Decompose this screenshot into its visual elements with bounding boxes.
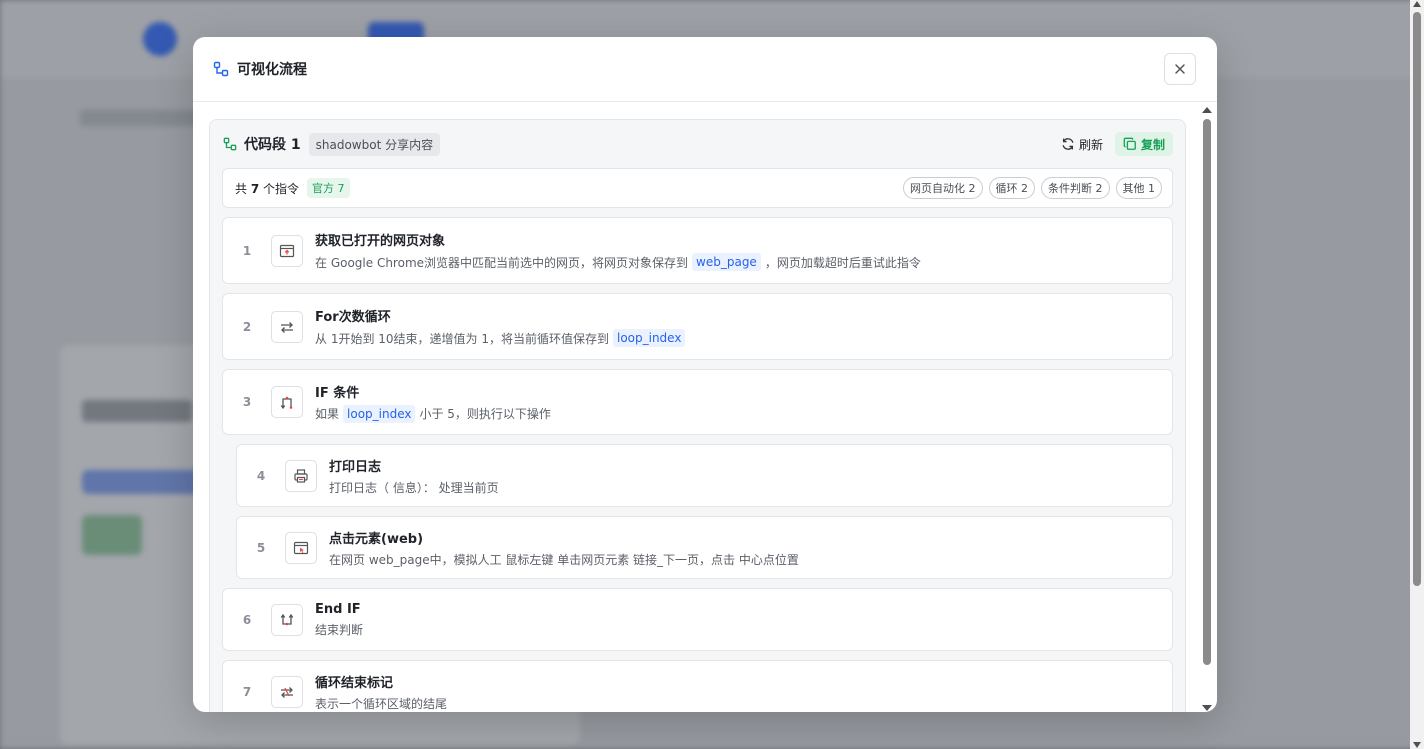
step-title: 获取已打开的网页对象 [315, 234, 446, 249]
step-description: 结束判断 [315, 622, 364, 637]
step-row[interactable]: 7 循环结束标记 表示一个循环区域的结尾 [222, 660, 1173, 712]
scroll-down-arrow-icon[interactable] [1202, 705, 1212, 711]
step-number: 7 [242, 684, 252, 699]
category-chip[interactable]: 其他 1 [1115, 177, 1162, 199]
copy-button[interactable]: 复制 [1114, 132, 1173, 156]
close-icon [1175, 64, 1185, 74]
segment-flow-icon [223, 137, 237, 151]
variable-chip[interactable]: loop_index [343, 404, 416, 423]
category-chip[interactable]: 条件判断 2 [1041, 177, 1110, 199]
loop-icon [271, 310, 303, 343]
step-title: For次数循环 [315, 310, 391, 325]
click-element-icon [285, 531, 317, 564]
webpage-icon [271, 234, 303, 267]
scrollbar-thumb[interactable] [1413, 12, 1421, 586]
segment-header: 代码段 1 shadowbot 分享内容 刷新 复制 [210, 120, 1185, 168]
command-stats: 共 7 个指令 官方 7 网页自动化 2 循环 2 条件判断 2 其他 1 [222, 168, 1173, 208]
modal-body: 代码段 1 shadowbot 分享内容 刷新 复制 共 7 个指令 官方 7 … [193, 103, 1217, 712]
step-row[interactable]: 4 打印日志 打印日志（ 信息）： 处理当前页 [236, 444, 1173, 507]
step-description: 如果 loop_index 小于 5，则执行以下操作 [315, 404, 551, 423]
scrollbar-thumb[interactable] [1203, 119, 1211, 665]
step-number: 2 [242, 319, 252, 334]
step-row[interactable]: 5 点击元素(web) 在网页 web_page中，模拟人工 鼠标左键 单击网页… [236, 516, 1173, 579]
loop-end-icon [271, 675, 303, 708]
variable-chip[interactable]: loop_index [612, 329, 686, 347]
step-row[interactable]: 1 获取已打开的网页对象 在 Google Chrome浏览器中匹配当前选中的网… [222, 217, 1173, 284]
page-scrollbar[interactable] [1410, 0, 1424, 749]
refresh-button[interactable]: 刷新 [1057, 133, 1107, 156]
copy-label: 复制 [1140, 137, 1165, 152]
step-description: 在网页 web_page中，模拟人工 鼠标左键 单击网页元素 链接_下一页，点击… [329, 552, 799, 567]
step-title: End IF [315, 601, 361, 617]
step-title: 循环结束标记 [315, 675, 394, 691]
step-description: 打印日志（ 信息）： 处理当前页 [329, 480, 499, 495]
modal-title: 可视化流程 [237, 62, 307, 78]
total-count: 共 7 个指令 [235, 181, 300, 196]
scroll-up-arrow-icon[interactable] [1413, 1, 1421, 7]
visual-flow-modal: 可视化流程 代码段 1 shadowbot 分享内容 刷新 复制 共 7 个指令… [193, 37, 1217, 712]
step-title: IF 条件 [315, 385, 360, 401]
step-title: 点击元素(web) [329, 531, 424, 547]
segment-actions: 刷新 复制 [1057, 132, 1173, 156]
step-list: 1 获取已打开的网页对象 在 Google Chrome浏览器中匹配当前选中的网… [210, 217, 1185, 712]
step-row[interactable]: 3 IF 条件 如果 loop_index 小于 5，则执行以下操作 [222, 369, 1173, 435]
category-chips: 网页自动化 2 循环 2 条件判断 2 其他 1 [903, 177, 1162, 199]
step-row[interactable]: 2 For次数循环 从 1开始到 10结束，递增值为 1，将当前循环值保存到 l… [222, 293, 1173, 360]
step-description: 从 1开始到 10结束，递增值为 1，将当前循环值保存到 loop_index [315, 329, 686, 347]
code-segment: 代码段 1 shadowbot 分享内容 刷新 复制 共 7 个指令 官方 7 … [209, 119, 1186, 712]
printer-icon [285, 459, 317, 492]
step-row[interactable]: 6 End IF 结束判断 [222, 588, 1173, 651]
step-number: 3 [242, 395, 252, 409]
segment-tag: shadowbot 分享内容 [308, 132, 441, 156]
close-button[interactable] [1164, 53, 1196, 85]
end-if-icon [271, 603, 303, 636]
copy-icon [1123, 137, 1136, 150]
segment-title: 代码段 1 [244, 137, 301, 153]
step-number: 4 [256, 468, 266, 483]
step-description: 在 Google Chrome浏览器中匹配当前选中的网页，将网页对象保存到 we… [315, 253, 921, 271]
branch-icon [271, 386, 303, 418]
step-number: 6 [242, 612, 252, 627]
step-description: 表示一个循环区域的结尾 [315, 696, 448, 711]
modal-scrollbar[interactable] [1200, 105, 1214, 711]
category-chip[interactable]: 网页自动化 2 [903, 177, 983, 199]
scroll-down-arrow-icon[interactable] [1413, 742, 1421, 748]
step-number: 5 [256, 540, 266, 555]
step-title: 打印日志 [329, 459, 382, 475]
official-badge: 官方 7 [307, 178, 350, 198]
modal-header: 可视化流程 [193, 37, 1217, 102]
category-chip[interactable]: 循环 2 [988, 177, 1035, 199]
scroll-up-arrow-icon[interactable] [1202, 107, 1212, 113]
refresh-icon [1062, 138, 1074, 150]
flow-icon [213, 61, 229, 77]
step-number: 1 [242, 243, 252, 258]
variable-chip[interactable]: web_page [692, 253, 761, 271]
refresh-label: 刷新 [1078, 137, 1103, 152]
